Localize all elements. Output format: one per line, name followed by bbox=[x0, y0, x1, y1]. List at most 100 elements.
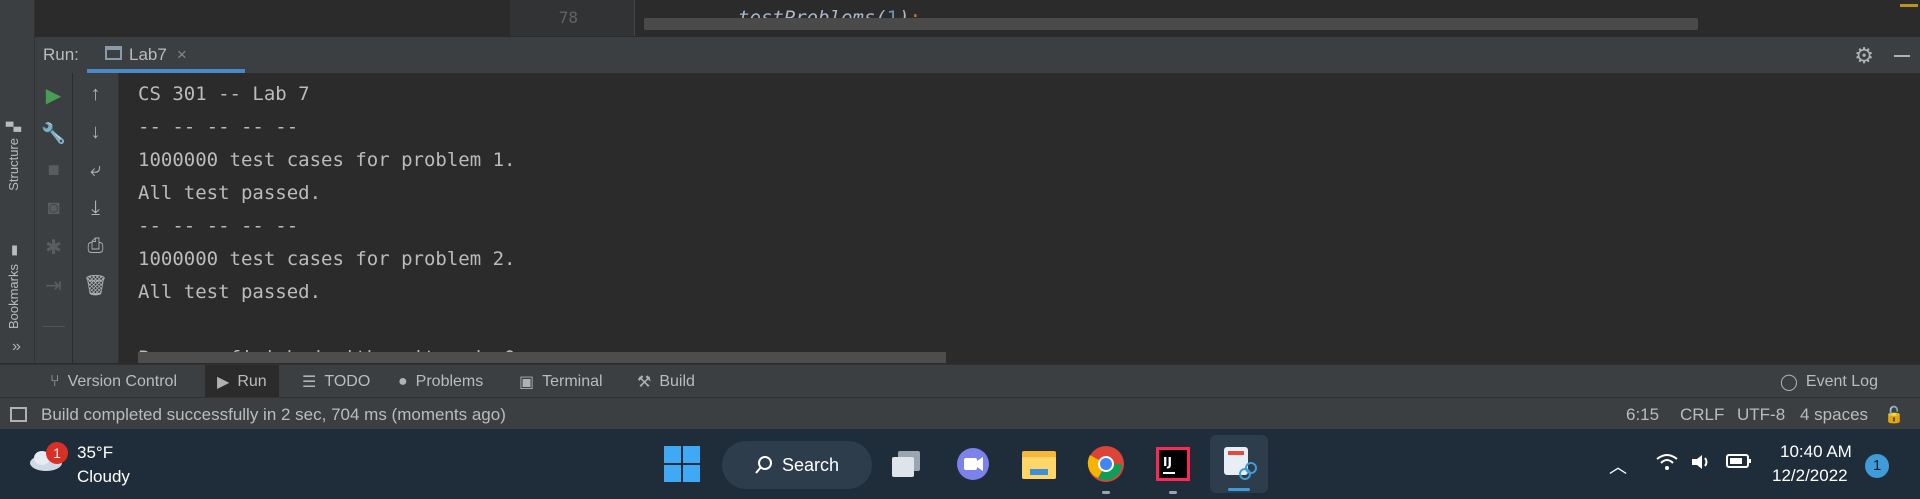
minimize-icon[interactable] bbox=[1894, 55, 1910, 57]
tab-event-log[interactable]: ◯ Event Log bbox=[1780, 365, 1878, 398]
branch-icon: ⑂ bbox=[50, 372, 60, 390]
more-tools-button[interactable]: » bbox=[12, 338, 21, 356]
console-output[interactable]: CS 301 -- Lab 7 -- -- -- -- -- 1000000 t… bbox=[119, 73, 1905, 363]
taskbar: 1 35°F Cloudy Search IJ ︿ 10:40 AM 12/2/… bbox=[0, 429, 1920, 499]
structure-tab[interactable]: Structure ▞ bbox=[6, 122, 21, 191]
line-gutter: 78 bbox=[510, 0, 635, 36]
battery-icon[interactable] bbox=[1726, 453, 1752, 474]
file-explorer-button[interactable] bbox=[1018, 443, 1060, 485]
volume-icon[interactable] bbox=[1690, 453, 1712, 476]
tab-build-label: Build bbox=[659, 372, 695, 390]
structure-tab-label: Structure bbox=[6, 138, 21, 191]
start-button[interactable] bbox=[663, 445, 705, 487]
clock-time[interactable]: 10:40 AM bbox=[1780, 442, 1852, 462]
rerun-icon[interactable]: ▶ bbox=[35, 83, 72, 108]
weather-temperature: 35°F bbox=[77, 443, 114, 462]
console-window-icon bbox=[105, 45, 123, 66]
run-panel-header: Run: Lab7 × ⚙ bbox=[35, 36, 1920, 73]
trash-icon[interactable]: 🗑 bbox=[73, 273, 118, 298]
tab-todo-label: TODO bbox=[324, 372, 371, 390]
console-line: CS 301 -- Lab 7 bbox=[138, 83, 310, 105]
print-icon[interactable]: ⎙ bbox=[73, 235, 118, 258]
bookmarks-tab[interactable]: Bookmarks ▮ bbox=[6, 243, 21, 329]
svg-text:IJ: IJ bbox=[1163, 455, 1172, 469]
editor-horizontal-scrollbar[interactable] bbox=[644, 18, 1698, 30]
file-encoding[interactable]: UTF-8 bbox=[1737, 405, 1785, 425]
scroll-to-end-icon[interactable]: ⤓ bbox=[73, 197, 118, 220]
chat-button[interactable] bbox=[952, 443, 994, 485]
window-icon[interactable] bbox=[10, 407, 27, 422]
tab-run[interactable]: ▶ Run bbox=[205, 365, 279, 398]
console-line: All test passed. bbox=[138, 281, 322, 303]
camera-icon[interactable]: ◙ bbox=[35, 197, 72, 220]
line-separator[interactable]: CRLF bbox=[1680, 405, 1724, 425]
run-toolbar-secondary: ↑ ↓ ⤶ ⤓ ⎙ 🗑 bbox=[73, 73, 119, 363]
tab-version-control-label: Version Control bbox=[67, 372, 177, 390]
info-icon: ● bbox=[398, 372, 408, 390]
run-toolbar-primary: ▶ 🔧 ■ ◙ ✱ ⇥ bbox=[35, 73, 72, 363]
structure-icon: ▞ bbox=[6, 122, 21, 132]
tool-window-bar: ⑂ Version Control ▶ Run ☰ TODO ● Problem… bbox=[0, 364, 1920, 398]
windows-icon bbox=[664, 446, 700, 482]
console-line: 1000000 test cases for problem 1. bbox=[138, 149, 516, 171]
chevron-up-icon[interactable]: ︿ bbox=[1609, 453, 1627, 479]
arrow-up-icon[interactable]: ↑ bbox=[73, 83, 118, 106]
tab-terminal[interactable]: ▣ Terminal bbox=[519, 365, 603, 398]
tab-build[interactable]: ⚒ Build bbox=[637, 365, 695, 398]
clock-date[interactable]: 12/2/2022 bbox=[1772, 466, 1848, 486]
console-line: -- -- -- -- -- bbox=[138, 215, 299, 237]
status-bar: Build completed successfully in 2 sec, 7… bbox=[0, 397, 1920, 430]
tab-problems-label: Problems bbox=[415, 372, 484, 390]
console-horizontal-scrollbar[interactable] bbox=[138, 352, 946, 363]
wifi-icon[interactable] bbox=[1656, 453, 1678, 476]
console-line: All test passed. bbox=[138, 182, 322, 204]
search-icon bbox=[755, 456, 772, 474]
run-tab-lab7[interactable]: Lab7 × bbox=[87, 37, 245, 73]
search-label: Search bbox=[782, 454, 840, 475]
lock-icon[interactable]: 🔓 bbox=[1884, 405, 1904, 425]
console-line: -- -- -- -- -- bbox=[138, 116, 299, 138]
hammer-icon: ⚒ bbox=[637, 373, 652, 391]
chrome-button[interactable] bbox=[1085, 443, 1127, 494]
indent-setting[interactable]: 4 spaces bbox=[1800, 405, 1868, 425]
notification-badge[interactable]: 1 bbox=[1865, 454, 1889, 478]
list-icon: ☰ bbox=[302, 373, 317, 391]
active-indicator bbox=[1228, 488, 1250, 491]
left-tool-strip: Structure ▞ Bookmarks ▮ » bbox=[0, 0, 35, 363]
console-line: 1000000 test cases for problem 2. bbox=[138, 248, 516, 270]
soft-wrap-icon[interactable]: ⤶ bbox=[73, 159, 118, 182]
settings-disabled-icon[interactable]: ✱ bbox=[35, 235, 72, 260]
event-log-icon: ◯ bbox=[1780, 373, 1798, 391]
toolbar-divider bbox=[43, 326, 65, 327]
wrench-icon[interactable]: 🔧 bbox=[35, 121, 72, 146]
warning-marker[interactable] bbox=[1900, 4, 1918, 7]
running-indicator bbox=[1169, 491, 1177, 494]
snipping-tool-button[interactable] bbox=[1210, 435, 1268, 493]
chat-icon bbox=[957, 448, 989, 480]
task-view-button[interactable] bbox=[888, 443, 930, 485]
task-view-icon bbox=[892, 451, 920, 477]
chrome-icon bbox=[1087, 446, 1124, 482]
close-icon[interactable]: × bbox=[177, 45, 187, 65]
tab-version-control[interactable]: ⑂ Version Control bbox=[50, 365, 177, 398]
cursor-position[interactable]: 6:15 bbox=[1626, 405, 1659, 425]
status-message[interactable]: Build completed successfully in 2 sec, 7… bbox=[41, 405, 506, 425]
intellij-button[interactable]: IJ bbox=[1152, 443, 1194, 494]
tab-todo[interactable]: ☰ TODO bbox=[302, 365, 370, 398]
arrow-down-icon[interactable]: ↓ bbox=[73, 121, 118, 144]
gear-icon[interactable]: ⚙ bbox=[1854, 43, 1874, 69]
exit-icon[interactable]: ⇥ bbox=[35, 273, 72, 298]
line-number: 78 bbox=[558, 8, 578, 27]
intellij-icon: IJ bbox=[1156, 447, 1190, 481]
run-tab-label: Lab7 bbox=[129, 45, 167, 64]
stop-icon[interactable]: ■ bbox=[35, 159, 72, 182]
tab-problems[interactable]: ● Problems bbox=[398, 365, 483, 398]
taskbar-search[interactable]: Search bbox=[722, 441, 872, 489]
weather-badge: 1 bbox=[46, 442, 68, 464]
bookmarks-tab-label: Bookmarks bbox=[6, 264, 21, 330]
console-vertical-scrollbar[interactable] bbox=[1905, 73, 1920, 363]
weather-description: Cloudy bbox=[77, 467, 130, 486]
snipping-tool-icon bbox=[1224, 447, 1257, 480]
run-label: Run: bbox=[43, 45, 79, 64]
play-icon: ▶ bbox=[217, 373, 230, 391]
